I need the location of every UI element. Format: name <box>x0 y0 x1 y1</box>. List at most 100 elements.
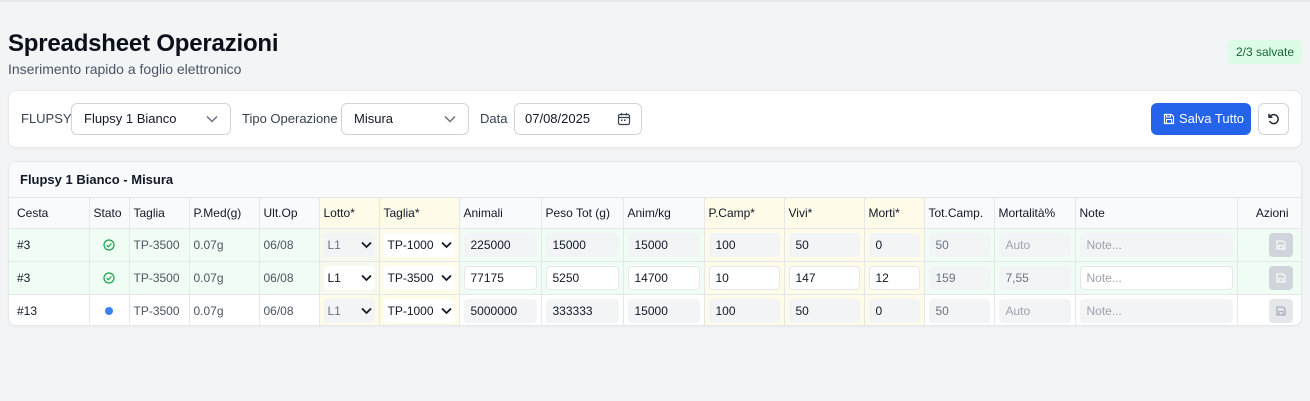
note-cell: Note... <box>1075 261 1238 295</box>
column-header: P.Med(g) <box>189 198 260 229</box>
lotto-select[interactable]: L1 <box>323 232 375 257</box>
chevron-down-icon <box>360 241 372 248</box>
morti-input[interactable]: 0 <box>868 298 920 323</box>
totale-campione-cell: 159 <box>924 261 995 295</box>
save-icon <box>1276 240 1285 249</box>
mortalita-cell: Auto <box>994 294 1076 325</box>
save-icon <box>1276 273 1285 282</box>
flupsy-select[interactable]: Flupsy 1 Bianco <box>71 103 231 135</box>
status-cell <box>89 261 130 295</box>
table-row: #13 TP-3500 0.07g 06/08 L1 TP-1000 50000… <box>9 294 1301 325</box>
column-header: Tot.Camp. <box>924 198 995 229</box>
check-circle-icon <box>103 271 115 284</box>
animali-kg-input[interactable]: 15000 <box>627 232 700 257</box>
column-header: Peso Tot (g) <box>541 198 624 229</box>
taglia-select-cell: TP-1000 <box>379 228 460 262</box>
morti-input[interactable]: 0 <box>868 232 920 257</box>
taglia-select-cell: TP-3500 <box>379 261 460 295</box>
morti-input[interactable]: 12 <box>868 265 920 290</box>
animali-cell: 5000000 <box>459 294 542 325</box>
taglia-select[interactable]: TP-1000 <box>383 232 455 257</box>
animali-kg-input[interactable]: 14700 <box>627 265 700 290</box>
tipo-operazione-value: Misura <box>354 111 394 126</box>
totale-campione-field: 50 <box>928 298 990 323</box>
taglia-select[interactable]: TP-1000 <box>383 298 455 323</box>
peso-campione-input[interactable]: 100 <box>708 298 780 323</box>
ultima-operazione-cell: 06/08 <box>259 228 320 262</box>
column-header: Animali <box>459 198 542 229</box>
table-row: #3 TP-3500 0.07g 06/08 L1 TP-3500 77175 … <box>9 261 1301 295</box>
chevron-down-icon <box>206 115 218 123</box>
note-input[interactable]: Note... <box>1079 298 1233 323</box>
peso-medio-cell: 0.07g <box>189 228 260 262</box>
row-save-button[interactable] <box>1268 298 1293 323</box>
page-header: Spreadsheet Operazioni Inserimento rapid… <box>8 30 1302 80</box>
animali-input[interactable]: 225000 <box>463 232 537 257</box>
chevron-down-icon <box>440 274 452 281</box>
actions-cell <box>1237 261 1301 295</box>
column-header: Lotto* <box>319 198 380 229</box>
tipo-operazione-label: Tipo Operazione <box>242 111 338 126</box>
taglia-cell: TP-3500 <box>129 261 190 295</box>
animali-input[interactable]: 77175 <box>463 265 537 290</box>
vivi-cell: 147 <box>784 261 865 295</box>
peso-campione-input[interactable]: 10 <box>708 265 780 290</box>
peso-campione-cell: 100 <box>704 228 785 262</box>
taglia-select-cell: TP-1000 <box>379 294 460 325</box>
row-save-button[interactable] <box>1268 232 1293 257</box>
taglia-cell: TP-3500 <box>129 294 190 325</box>
calendar-icon[interactable] <box>617 112 631 126</box>
animali-kg-input[interactable]: 15000 <box>627 298 700 323</box>
date-input[interactable]: 07/08/2025 <box>514 103 642 135</box>
morti-cell: 0 <box>864 228 925 262</box>
refresh-button[interactable] <box>1258 103 1289 135</box>
page-title: Spreadsheet Operazioni <box>8 30 279 57</box>
morti-cell: 0 <box>864 294 925 325</box>
flupsy-select-value: Flupsy 1 Bianco <box>84 111 177 126</box>
peso-totale-input[interactable]: 5250 <box>545 265 619 290</box>
note-input[interactable]: Note... <box>1079 265 1233 290</box>
column-header: Taglia* <box>379 198 460 229</box>
column-header: P.Camp* <box>704 198 785 229</box>
tipo-operazione-select[interactable]: Misura <box>341 103 469 135</box>
refresh-icon <box>1268 113 1279 125</box>
peso-campione-input[interactable]: 100 <box>708 232 780 257</box>
status-cell <box>89 294 130 325</box>
vivi-input[interactable]: 50 <box>788 232 860 257</box>
mortalita-field: Auto <box>998 232 1071 257</box>
chevron-down-icon <box>360 307 372 314</box>
note-input[interactable]: Note... <box>1079 232 1233 257</box>
pending-dot-icon <box>105 306 113 315</box>
animali-input[interactable]: 5000000 <box>463 298 537 323</box>
mortalita-field: Auto <box>998 298 1071 323</box>
mortalita-field: 7,55 <box>998 265 1071 290</box>
lotto-cell: L1 <box>319 228 380 262</box>
saved-count-badge: 2/3 salvate <box>1227 40 1302 64</box>
peso-totale-input[interactable]: 333333 <box>545 298 619 323</box>
vivi-input[interactable]: 147 <box>788 265 860 290</box>
morti-cell: 12 <box>864 261 925 295</box>
row-save-button[interactable] <box>1268 265 1293 290</box>
vivi-input[interactable]: 50 <box>788 298 860 323</box>
date-label: Data <box>480 111 508 126</box>
lotto-select[interactable]: L1 <box>323 298 375 323</box>
lotto-select[interactable]: L1 <box>323 265 375 290</box>
taglia-select[interactable]: TP-3500 <box>383 265 455 290</box>
taglia-select-value: TP-1000 <box>387 303 434 318</box>
table-header-row: Cesta Stato Taglia P.Med(g) Ult.Op Lotto… <box>9 198 1301 229</box>
column-header: Stato <box>89 198 130 229</box>
column-header: Mortalità% <box>994 198 1076 229</box>
table-row: #3 TP-3500 0.07g 06/08 L1 TP-1000 225000… <box>9 228 1301 262</box>
column-header: Cesta <box>9 198 90 229</box>
ultima-operazione-cell: 06/08 <box>259 261 320 295</box>
totale-campione-field: 50 <box>928 232 990 257</box>
peso-medio-cell: 0.07g <box>189 294 260 325</box>
peso-totale-cell: 333333 <box>541 294 624 325</box>
column-header: Ult.Op <box>259 198 320 229</box>
peso-totale-input[interactable]: 15000 <box>545 232 619 257</box>
note-cell: Note... <box>1075 228 1238 262</box>
peso-campione-cell: 100 <box>704 294 785 325</box>
save-all-button[interactable]: Salva Tutto <box>1151 103 1251 135</box>
column-header: Note <box>1075 198 1238 229</box>
peso-medio-cell: 0.07g <box>189 261 260 295</box>
